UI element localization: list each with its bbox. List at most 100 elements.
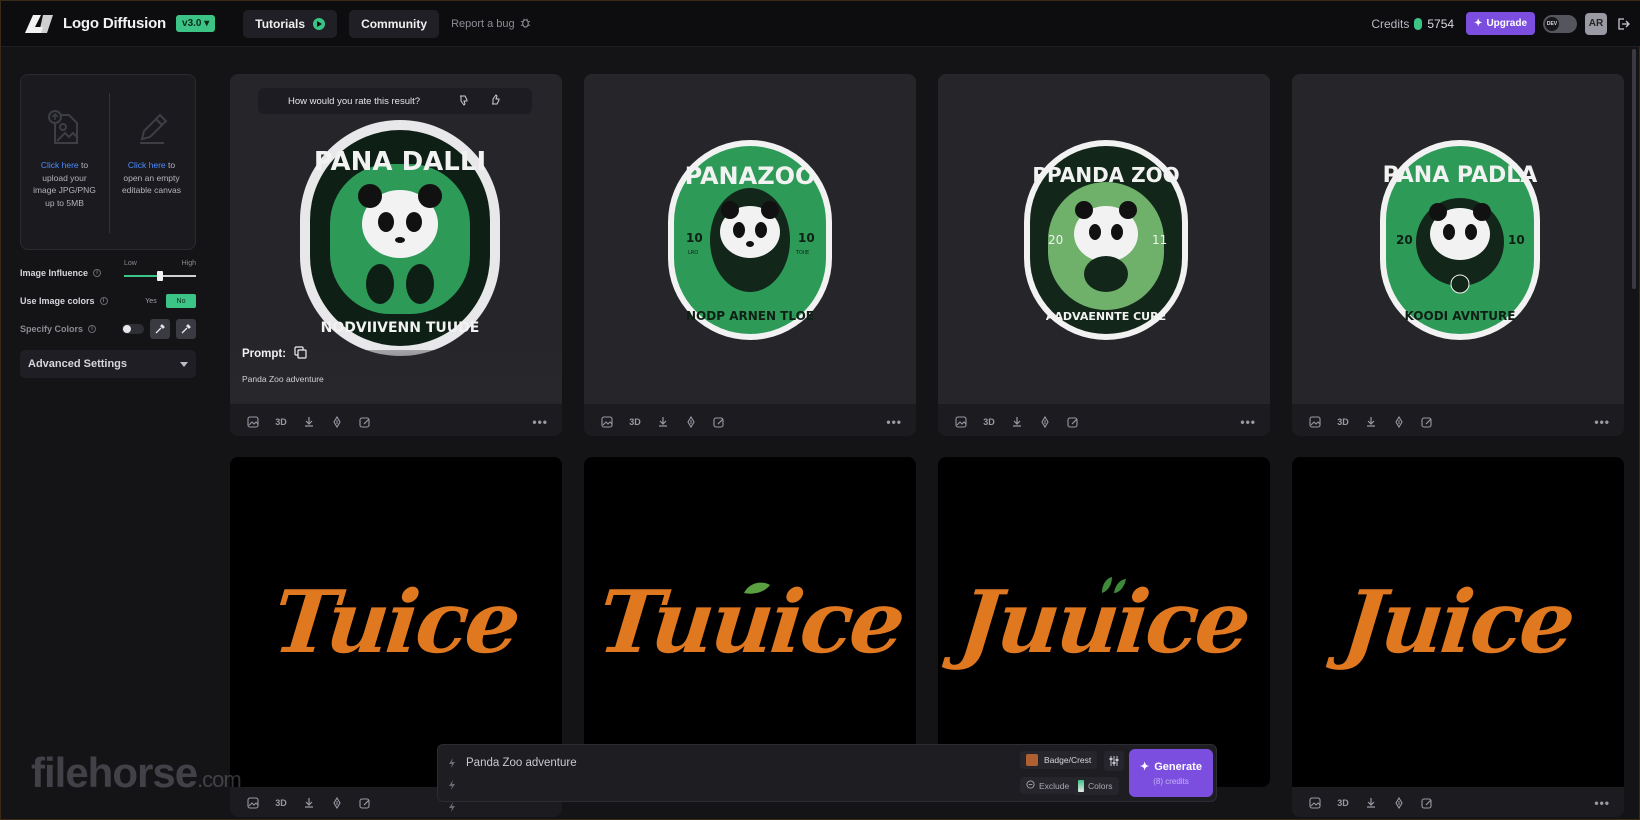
info-icon: i — [88, 325, 97, 333]
result-card[interactable]: Juuice — [938, 457, 1270, 787]
result-image[interactable]: Juice — [1292, 457, 1624, 787]
prompt-input[interactable]: Panda Zoo adventure — [466, 757, 577, 769]
result-image[interactable]: PANAZOO NODP ARNEN TLOE 10 10 LRO TOIIE — [584, 74, 916, 404]
version-dropdown[interactable]: v3.0 ▾ — [176, 15, 216, 32]
upgrade-button[interactable]: ✦ Upgrade — [1466, 12, 1535, 35]
vectorize-icon[interactable] — [684, 415, 698, 429]
download-icon[interactable] — [1010, 415, 1024, 429]
lightning-icon[interactable] — [448, 799, 456, 817]
result-card[interactable]: Juice 3D ••• — [1292, 457, 1624, 817]
leaf-icon — [744, 582, 770, 594]
style-selector[interactable]: Badge/Crest — [1020, 751, 1098, 769]
exclude-button[interactable]: Exclude — [1020, 777, 1076, 794]
edit-image-icon[interactable] — [1420, 796, 1434, 810]
result-image[interactable]: Tuuice — [584, 457, 916, 787]
adjust-settings-button[interactable] — [1104, 751, 1124, 771]
result-image[interactable]: PANA DALLI NODVIIVENN TUUDE How would yo… — [230, 74, 562, 404]
community-button[interactable]: Community — [349, 9, 440, 38]
badge-top-text: PANA DALLI — [314, 147, 486, 177]
vectorize-icon[interactable] — [330, 796, 344, 810]
thumbs-up-icon[interactable] — [490, 93, 502, 109]
empty-canvas-area[interactable]: Click here to open an empty editable can… — [108, 75, 195, 249]
more-options-icon[interactable]: ••• — [1594, 796, 1610, 810]
logo-diffusion-icon — [23, 12, 57, 36]
color-picker-button[interactable] — [150, 319, 170, 339]
image-icon[interactable] — [1308, 415, 1322, 429]
panda-badge-logo: PANA PADLA KOODI AVNTURE 20 10 — [1380, 140, 1540, 340]
result-image[interactable]: Tuice — [230, 457, 562, 787]
3d-button[interactable]: 3D — [1336, 796, 1350, 810]
advanced-settings-toggle[interactable]: Advanced Settings — [20, 350, 196, 378]
divider — [109, 93, 110, 233]
download-icon[interactable] — [302, 415, 316, 429]
vectorize-icon[interactable] — [1392, 415, 1406, 429]
download-icon[interactable] — [1364, 796, 1378, 810]
color-picker-button[interactable] — [176, 319, 196, 339]
download-icon[interactable] — [656, 415, 670, 429]
vectorize-icon[interactable] — [330, 415, 344, 429]
edit-image-icon[interactable] — [1066, 415, 1080, 429]
prompt-mode-icons — [448, 755, 456, 817]
specify-colors-toggle[interactable] — [122, 324, 144, 334]
brand[interactable]: Logo Diffusion — [23, 12, 166, 36]
3d-button[interactable]: 3D — [982, 415, 996, 429]
image-influence-slider[interactable]: Low High — [124, 260, 196, 282]
upload-image-area[interactable]: Click here to upload your image JPG/PNG … — [21, 75, 108, 249]
image-icon[interactable] — [600, 415, 614, 429]
colors-button[interactable]: Colors — [1072, 777, 1119, 795]
logout-icon[interactable] — [1615, 16, 1631, 32]
lightning-icon[interactable] — [448, 755, 456, 773]
3d-button[interactable]: 3D — [274, 415, 288, 429]
app-window: Logo Diffusion v3.0 ▾ Tutorials Communit… — [0, 0, 1640, 820]
image-icon[interactable] — [954, 415, 968, 429]
vectorize-icon[interactable] — [1038, 415, 1052, 429]
yes-option[interactable]: Yes — [136, 294, 166, 308]
canvas-text-2: open an empty — [123, 172, 180, 183]
avatar[interactable]: AR — [1585, 12, 1607, 35]
sliders-icon — [1109, 756, 1119, 766]
more-options-icon[interactable]: ••• — [1240, 415, 1256, 429]
download-icon[interactable] — [302, 796, 316, 810]
result-image[interactable]: Juuice — [938, 457, 1270, 787]
result-card[interactable]: PANA PADLA KOODI AVNTURE 20 10 3D ••• — [1292, 74, 1624, 436]
slider-thumb[interactable] — [157, 271, 163, 281]
edit-image-icon[interactable] — [358, 415, 372, 429]
vectorize-icon[interactable] — [1392, 796, 1406, 810]
thumbs-down-icon[interactable] — [458, 94, 470, 109]
scrollbar[interactable] — [1632, 49, 1636, 289]
more-options-icon[interactable]: ••• — [886, 415, 902, 429]
3d-button[interactable]: 3D — [1336, 415, 1350, 429]
more-options-icon[interactable]: ••• — [1594, 415, 1610, 429]
upload-link[interactable]: Click here — [41, 160, 79, 170]
generate-button[interactable]: ✦ Generate (8) credits — [1129, 749, 1213, 797]
watermark-text: filehorse — [31, 749, 198, 796]
edit-image-icon[interactable] — [1420, 415, 1434, 429]
result-card[interactable]: PANAZOO NODP ARNEN TLOE 10 10 LRO TOIIE … — [584, 74, 916, 436]
result-card[interactable]: Tuuice — [584, 457, 916, 787]
lightning-icon[interactable] — [448, 777, 456, 795]
result-card[interactable]: PPANDA ZOO AADVAENNTE CURE 20 11 3D ••• — [938, 74, 1270, 436]
more-options-icon[interactable]: ••• — [532, 415, 548, 429]
exclude-label: Exclude — [1039, 780, 1070, 791]
tutorials-button[interactable]: Tutorials — [243, 9, 338, 38]
image-icon[interactable] — [246, 796, 260, 810]
sidebar: Click here to upload your image JPG/PNG … — [20, 74, 196, 378]
no-option[interactable]: No — [166, 294, 196, 308]
result-image[interactable]: PANA PADLA KOODI AVNTURE 20 10 — [1292, 74, 1624, 404]
dev-mode-toggle[interactable]: DEV — [1543, 14, 1577, 33]
edit-image-icon[interactable] — [712, 415, 726, 429]
3d-button[interactable]: 3D — [628, 415, 642, 429]
image-icon[interactable] — [1308, 796, 1322, 810]
download-icon[interactable] — [1364, 415, 1378, 429]
rating-question: How would you rate this result? — [288, 95, 421, 107]
result-image[interactable]: PPANDA ZOO AADVAENNTE CURE 20 11 — [938, 74, 1270, 404]
copy-icon[interactable] — [294, 346, 307, 362]
edit-image-icon[interactable] — [358, 796, 372, 810]
3d-button[interactable]: 3D — [274, 796, 288, 810]
result-card[interactable]: PANA DALLI NODVIIVENN TUUDE How would yo… — [230, 74, 562, 436]
image-icon[interactable] — [246, 415, 260, 429]
use-image-colors-switch[interactable]: Yes No — [136, 294, 196, 308]
upload-text-1: to — [78, 160, 89, 170]
canvas-link[interactable]: Click here — [128, 160, 166, 170]
report-bug-link[interactable]: Report a bug — [451, 17, 531, 31]
